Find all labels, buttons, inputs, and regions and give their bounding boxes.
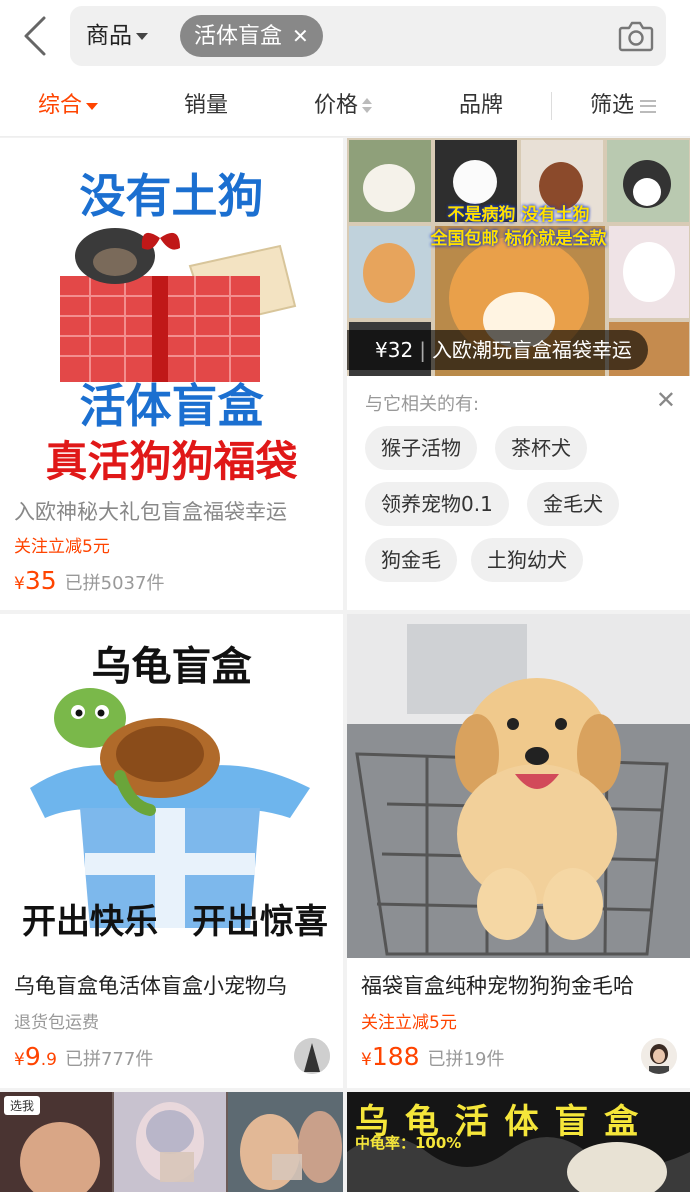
back-icon[interactable] bbox=[18, 14, 52, 58]
gift-box-icon bbox=[60, 228, 297, 382]
price-line: ¥188 已拼19件 bbox=[361, 1042, 504, 1071]
chevron-down-icon bbox=[86, 102, 99, 110]
search-scope-dropdown[interactable]: 商品 bbox=[86, 6, 148, 66]
product-card[interactable]: 选我 bbox=[0, 1092, 343, 1192]
related-tag[interactable]: 金毛犬 bbox=[527, 482, 619, 526]
image-caption: 没有土狗 bbox=[79, 169, 264, 223]
tab-brand[interactable]: 品牌 bbox=[459, 76, 503, 136]
price: 9 bbox=[24, 1042, 41, 1071]
related-searches-panel: 与它相关的有: ✕ 猴子活物 茶杯犬 领养宠物0.1 金毛犬 狗金毛 土狗幼犬 bbox=[347, 376, 690, 610]
chevron-down-icon bbox=[136, 33, 148, 40]
corner-label: 选我 bbox=[4, 1096, 41, 1115]
price-symbol: ¥ bbox=[14, 1050, 25, 1070]
query-chip[interactable]: 活体盲盒 ✕ bbox=[180, 15, 323, 57]
image-caption: 不是病狗 没有土狗 bbox=[447, 205, 590, 225]
banner-title: 入欧潮玩盲盒福袋幸运 bbox=[431, 338, 632, 362]
price-line: ¥35 已拼5037件 bbox=[14, 566, 164, 595]
product-card[interactable]: 乌龟盲盒 开出快乐 开出惊喜 乌龟盲盒龟活体盲盒小宠物乌 退货包运费 ¥9.9 已… bbox=[0, 614, 343, 1088]
product-image: 乌龟盲盒 开出快乐 开出惊喜 bbox=[0, 614, 343, 958]
close-icon[interactable]: ✕ bbox=[656, 386, 676, 414]
product-image: 乌 龟 活 体 盲 盒 中龟率：100% bbox=[347, 1092, 690, 1192]
related-title: 与它相关的有: bbox=[365, 394, 480, 415]
product-card[interactable]: 乌 龟 活 体 盲 盒 中龟率：100% bbox=[347, 1092, 690, 1192]
search-bar[interactable]: 商品 活体盲盒 ✕ bbox=[70, 6, 666, 66]
product-title: 入欧神秘大礼包盲盒福袋幸运 bbox=[14, 500, 287, 524]
divider bbox=[551, 92, 552, 120]
related-tag[interactable]: 土狗幼犬 bbox=[471, 538, 583, 582]
tab-label: 价格 bbox=[314, 93, 359, 118]
tab-label: 销量 bbox=[184, 93, 229, 118]
product-title: 乌龟盲盒龟活体盲盒小宠物乌 bbox=[14, 974, 287, 998]
sold-count: 已拼777件 bbox=[64, 1049, 154, 1070]
product-card[interactable]: 没有土狗 活体盲盒 真活狗狗福袋 入欧神秘大礼包盲盒福袋幸运 关注立减5元 ¥3… bbox=[0, 138, 343, 610]
image-caption: 中龟率：100% bbox=[355, 1134, 462, 1152]
banner-price: ¥32 bbox=[375, 338, 414, 362]
product-card[interactable]: 不是病狗 没有土狗 全国包邮 标价就是全款 ¥32 | 入欧潮玩盲盒福袋幸运 bbox=[347, 138, 690, 376]
divider: | bbox=[419, 338, 426, 362]
product-image: 不是病狗 没有土狗 全国包邮 标价就是全款 ¥32 | 入欧潮玩盲盒福袋幸运 bbox=[347, 138, 690, 376]
related-tag[interactable]: 狗金毛 bbox=[365, 538, 457, 582]
camera-icon[interactable] bbox=[618, 19, 654, 53]
tab-label: 综合 bbox=[38, 93, 83, 118]
price-symbol: ¥ bbox=[361, 1050, 372, 1070]
product-image: 选我 bbox=[0, 1092, 343, 1192]
puppy-cart-image bbox=[347, 614, 690, 958]
search-scope-label: 商品 bbox=[86, 23, 132, 49]
top-bar: 商品 活体盲盒 ✕ bbox=[0, 0, 690, 76]
price-decimal: .9 bbox=[40, 1050, 57, 1070]
image-caption: 开出惊喜 bbox=[192, 902, 328, 942]
price-symbol: ¥ bbox=[14, 574, 25, 594]
promo-label: 关注立减5元 bbox=[14, 537, 110, 557]
image-caption: 全国包邮 标价就是全款 bbox=[430, 229, 607, 249]
related-tag[interactable]: 领养宠物0.1 bbox=[365, 482, 509, 526]
tab-sales[interactable]: 销量 bbox=[184, 76, 228, 136]
menu-lines-icon bbox=[640, 99, 657, 113]
image-caption: 活体盲盒 bbox=[79, 379, 264, 433]
query-chip-label: 活体盲盒 bbox=[194, 24, 283, 49]
product-title: 福袋盲盒纯种宠物狗狗金毛哈 bbox=[361, 974, 634, 998]
return-note: 退货包运费 bbox=[14, 1013, 99, 1033]
close-icon[interactable]: ✕ bbox=[292, 24, 309, 48]
product-image: 没有土狗 活体盲盒 真活狗狗福袋 bbox=[0, 138, 343, 490]
sort-arrows-icon bbox=[362, 98, 373, 114]
price: 35 bbox=[24, 566, 57, 595]
tab-label: 品牌 bbox=[459, 93, 504, 118]
product-image bbox=[347, 614, 690, 958]
sold-count: 已拼19件 bbox=[427, 1049, 505, 1070]
avatar[interactable] bbox=[294, 1038, 330, 1074]
related-tag[interactable]: 茶杯犬 bbox=[495, 426, 587, 470]
tab-price[interactable]: 价格 bbox=[314, 76, 373, 136]
person-icon bbox=[641, 1038, 677, 1074]
tab-filter[interactable]: 筛选 bbox=[590, 76, 657, 136]
price: 188 bbox=[371, 1042, 420, 1071]
avatar[interactable] bbox=[641, 1038, 677, 1074]
figurine-collage-image bbox=[0, 1092, 343, 1192]
promo-label: 关注立减5元 bbox=[361, 1013, 457, 1033]
image-caption: 开出快乐 bbox=[22, 902, 158, 942]
product-card[interactable]: 福袋盲盒纯种宠物狗狗金毛哈 关注立减5元 ¥188 已拼19件 bbox=[347, 614, 690, 1088]
turtle-box-icon bbox=[30, 688, 310, 928]
image-caption: 真活狗狗福袋 bbox=[45, 437, 298, 486]
tab-comprehensive[interactable]: 综合 bbox=[38, 76, 99, 136]
price-line: ¥9.9 已拼777件 bbox=[14, 1042, 153, 1071]
related-tag[interactable]: 猴子活物 bbox=[365, 426, 477, 470]
sort-bar: 综合 销量 价格 品牌 筛选 bbox=[0, 76, 690, 137]
price-banner[interactable]: ¥32 | 入欧潮玩盲盒福袋幸运 bbox=[347, 330, 648, 370]
tower-icon bbox=[294, 1038, 330, 1074]
sold-count: 已拼5037件 bbox=[64, 573, 165, 594]
tab-label: 筛选 bbox=[590, 93, 635, 118]
